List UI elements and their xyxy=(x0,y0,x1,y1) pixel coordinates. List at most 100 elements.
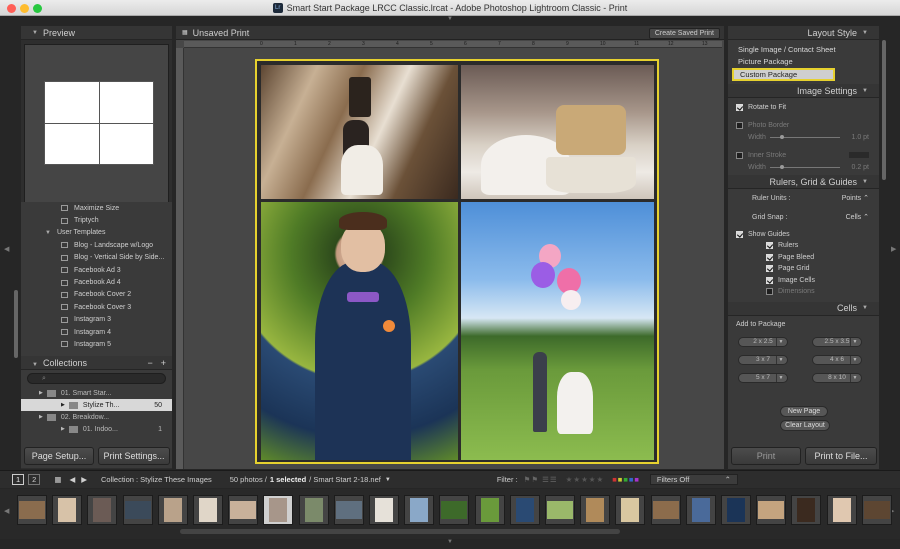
filmstrip-thumbnail[interactable] xyxy=(122,495,153,525)
guide-option-row[interactable]: Image Cells xyxy=(728,275,879,287)
template-item[interactable]: Blog - Landscape w/Logo xyxy=(21,239,172,251)
ruler-units-select[interactable]: Points ⌃ xyxy=(842,194,869,202)
guide-checkbox[interactable] xyxy=(766,288,773,296)
rulers-grid-guides-header[interactable]: Rulers, Grid & Guides ▼ xyxy=(728,175,879,189)
guide-checkbox[interactable] xyxy=(766,253,773,261)
template-item[interactable]: Facebook Ad 3 xyxy=(21,264,172,276)
flag-filter-icons[interactable]: ⚑⚑ ☰☰ xyxy=(524,475,558,484)
back-arrow-icon[interactable]: ◀ xyxy=(69,475,75,484)
filmstrip-thumbnail[interactable] xyxy=(650,495,681,525)
template-item[interactable]: Facebook Ad 4 xyxy=(21,276,172,288)
template-item[interactable]: Facebook Cover 2 xyxy=(21,289,172,301)
close-window-button[interactable] xyxy=(7,4,16,13)
grid-view-icon[interactable]: ▦ xyxy=(54,475,61,484)
collection-row[interactable]: ▶ 01. Indoo... 1 xyxy=(21,423,172,435)
chevron-down-icon[interactable]: ▼ xyxy=(776,337,785,346)
photo-cell-groom-dip[interactable] xyxy=(261,65,458,199)
cell-size-button[interactable]: 2 x 2.5 ▼ xyxy=(738,336,788,347)
template-item[interactable]: Instagram 4 xyxy=(21,326,172,338)
print-button[interactable]: Print xyxy=(731,447,801,465)
filmstrip-thumbnail[interactable] xyxy=(580,495,611,525)
minimize-window-button[interactable] xyxy=(20,4,29,13)
photo-cell-groom-portrait[interactable] xyxy=(261,202,458,460)
rotate-to-fit-row[interactable]: Rotate to Fit xyxy=(728,101,879,113)
collection-row[interactable]: ▶ Stylize Th... 50 xyxy=(21,399,172,411)
photo-cell-balloons[interactable] xyxy=(461,202,654,460)
layout-single-image-contact-sheet[interactable]: Single Image / Contact Sheet xyxy=(728,43,879,55)
left-panel-toggle-icon[interactable]: ◀ xyxy=(4,245,9,253)
zoom-window-button[interactable] xyxy=(33,4,42,13)
forward-arrow-icon[interactable]: ▶ xyxy=(81,475,87,484)
filmstrip-thumbnail[interactable] xyxy=(615,495,646,525)
monitor-2-button[interactable]: 2 xyxy=(28,474,41,485)
filters-off-select[interactable]: Filters Off ⌃ xyxy=(649,474,738,485)
inner-stroke-checkbox[interactable] xyxy=(736,151,743,159)
new-page-button[interactable]: New Page xyxy=(780,406,828,417)
filmstrip-scrollbar[interactable] xyxy=(180,529,620,534)
bottom-panel-toggle-icon[interactable]: ▼ xyxy=(444,539,456,545)
filmstrip-thumbnail[interactable] xyxy=(87,495,118,525)
guide-checkbox[interactable] xyxy=(766,242,773,250)
guide-option-row[interactable]: Rulers xyxy=(728,240,879,252)
print-settings-button[interactable]: Print Settings... xyxy=(98,447,170,465)
print-page[interactable] xyxy=(255,59,659,464)
cell-size-button[interactable]: 3 x 7 ▼ xyxy=(738,354,788,365)
collections-header[interactable]: ▼ Collections − + xyxy=(21,356,172,370)
top-panel-toggle-icon[interactable]: ▼ xyxy=(444,16,456,22)
collection-row[interactable]: ▶ 01. Smart Star... xyxy=(21,387,172,399)
guide-checkbox[interactable] xyxy=(766,276,773,284)
guide-option-row[interactable]: Page Bleed xyxy=(728,252,879,264)
photo-border-checkbox[interactable] xyxy=(736,121,743,129)
image-settings-header[interactable]: Image Settings ▼ xyxy=(728,84,879,98)
template-item[interactable]: Facebook Cover 3 xyxy=(21,301,172,313)
template-scrollbar[interactable] xyxy=(14,290,18,358)
collection-source-label[interactable]: Collection : Stylize These Images xyxy=(101,475,212,484)
filmstrip-thumbnail[interactable] xyxy=(826,495,857,525)
ruler-units-row[interactable]: Ruler Units : Points ⌃ xyxy=(728,192,879,204)
filmstrip-thumbnail[interactable] xyxy=(721,495,751,525)
selected-file-name[interactable]: / Smart Start 2-18.nef xyxy=(309,475,381,484)
stroke-color-swatch[interactable] xyxy=(849,152,869,158)
grid-snap-select[interactable]: Cells ⌃ xyxy=(846,213,869,221)
template-item[interactable]: Triptych xyxy=(21,214,172,226)
template-item[interactable]: Maximize Size xyxy=(21,202,172,214)
filmstrip-thumbnail[interactable] xyxy=(861,495,892,525)
filmstrip-thumbnail[interactable] xyxy=(17,495,47,525)
chevron-down-icon[interactable]: ▼ xyxy=(850,373,859,382)
collections-search-input[interactable]: ⌕ xyxy=(27,373,166,384)
guide-checkbox[interactable] xyxy=(766,265,773,273)
add-collection-button[interactable]: + xyxy=(161,358,166,368)
filmstrip-thumbnail[interactable] xyxy=(791,495,822,525)
chevron-down-icon[interactable]: ▼ xyxy=(385,477,391,483)
chevron-down-icon[interactable]: ▼ xyxy=(776,373,785,382)
print-to-file-button[interactable]: Print to File... xyxy=(805,447,877,465)
template-item[interactable]: Instagram 3 xyxy=(21,314,172,326)
filmstrip-thumbnail[interactable] xyxy=(404,495,435,525)
template-folder[interactable]: ▼ User Templates xyxy=(21,227,172,239)
cell-size-button[interactable]: 8 x 10 ▼ xyxy=(812,372,862,383)
layout-style-header[interactable]: Layout Style ▼ xyxy=(728,26,879,40)
star-rating-filter[interactable]: ★★★★★ xyxy=(566,475,605,484)
clear-layout-button[interactable]: Clear Layout xyxy=(780,420,830,431)
chevron-down-icon[interactable]: ▼ xyxy=(850,355,859,364)
template-item[interactable]: Instagram 5 xyxy=(21,338,172,350)
collection-row[interactable]: ▶ 02. Breakdow... xyxy=(21,411,172,423)
filmstrip-thumbnail[interactable] xyxy=(298,495,329,525)
template-item[interactable]: Blog - Vertical Side by Side... xyxy=(21,252,172,264)
monitor-1-button[interactable]: 1 xyxy=(12,474,25,485)
photo-cell-bridesmaids[interactable] xyxy=(461,65,654,199)
filmstrip-thumbnail[interactable] xyxy=(333,495,364,525)
filmstrip-thumbnail[interactable] xyxy=(52,495,83,525)
cell-size-button[interactable]: 2.5 x 3.5 ▼ xyxy=(812,336,862,347)
show-guides-checkbox[interactable] xyxy=(736,230,743,238)
filmstrip-left-arrow-icon[interactable]: ◀ xyxy=(4,507,9,515)
filmstrip-thumbnail[interactable] xyxy=(509,495,540,525)
stroke-width-slider[interactable] xyxy=(770,165,840,169)
right-panel-toggle-icon[interactable]: ▶ xyxy=(891,245,896,253)
cell-size-button[interactable]: 5 x 7 ▼ xyxy=(738,372,788,383)
cells-header[interactable]: Cells ▼ xyxy=(728,301,879,316)
filmstrip-thumbnail[interactable] xyxy=(545,495,575,525)
filmstrip-thumbnail[interactable] xyxy=(756,495,787,525)
filmstrip-thumbnail[interactable] xyxy=(263,495,294,525)
photo-border-row[interactable]: Photo Border xyxy=(728,119,879,131)
